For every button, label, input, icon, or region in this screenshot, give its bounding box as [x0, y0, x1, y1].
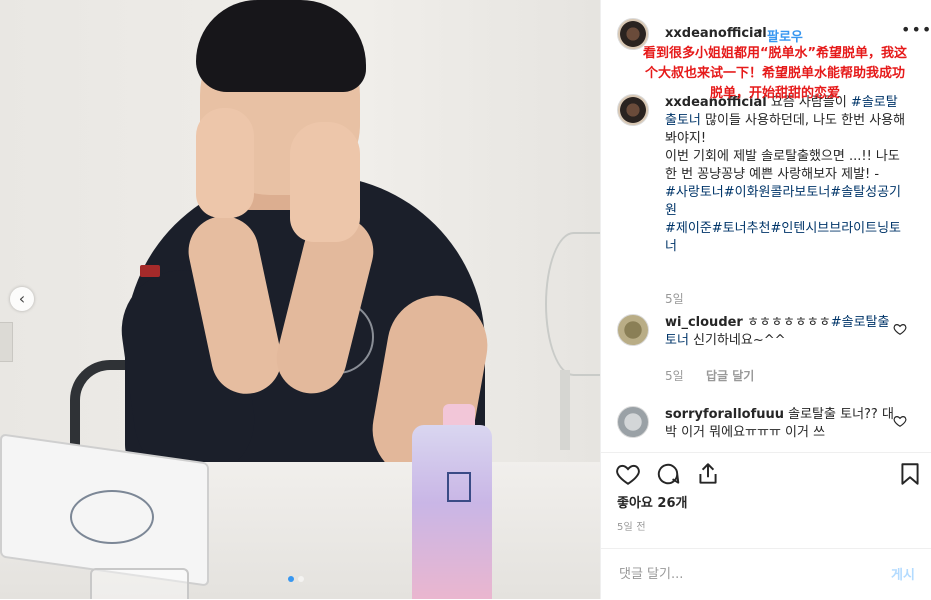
man-hair — [196, 0, 366, 92]
comment-text: ㅎㅎㅎㅎㅎㅎㅎ — [742, 315, 831, 330]
post-comment-button[interactable]: 게시 — [891, 564, 915, 583]
comment-bubble-icon[interactable] — [655, 461, 681, 487]
heart-icon[interactable] — [893, 322, 907, 336]
carousel-dot — [298, 576, 304, 582]
wall-outlet — [0, 322, 13, 362]
mirror-logo — [70, 490, 154, 544]
comment: wi_clouder ㅎㅎㅎㅎㅎㅎㅎ#솔로탈출토너 신기하네요~^^ — [665, 314, 901, 350]
follow-button[interactable]: 팔로우 — [767, 26, 803, 45]
chevron-left-icon: ‹ — [18, 289, 26, 308]
fan-pole — [560, 370, 570, 450]
header-separator: • — [756, 25, 764, 40]
comment-username[interactable]: wi_clouder — [665, 315, 743, 330]
man-right-hand — [290, 122, 360, 242]
comment: sorryforallofuuu 솔로탈출 토너?? 대박 이거 뭐에요ㅠㅠㅠ … — [665, 406, 901, 442]
caption-text: 이번 기회에 제발 솔로탈출했으면 ...!! 나도 한 번 꽁냥꽁냥 예쁜 사… — [665, 149, 900, 182]
post-panel: xxdeanofficial • 팔로우 ••• 看到很多小姐姐都用“脱单水”希… — [600, 0, 931, 599]
action-bar — [601, 455, 931, 495]
hashtag-link[interactable]: #제이준#토너추천#인텐시브브라이트닝토너 — [665, 221, 901, 254]
carousel-dots — [288, 576, 304, 582]
avatar[interactable] — [617, 406, 649, 438]
more-options-button[interactable]: ••• — [901, 20, 931, 39]
add-comment-box: 게시 — [601, 548, 931, 600]
bottle-logo — [447, 472, 471, 502]
post-caption: xxdeanofficial 요즘 사람들이 #솔로탈출토너 많이들 사용하던데… — [665, 94, 909, 256]
sleeve-logo — [140, 265, 160, 277]
avatar[interactable] — [617, 314, 649, 346]
toner-bottle — [412, 425, 492, 599]
carousel-dot — [288, 576, 294, 582]
bookmark-icon[interactable] — [897, 461, 923, 487]
post-photo[interactable]: ‹ — [0, 0, 600, 599]
likes-count[interactable]: 좋아요 26개 — [617, 492, 687, 511]
heart-icon[interactable] — [893, 414, 907, 428]
like-heart-icon[interactable] — [615, 461, 641, 487]
hashtag-link[interactable]: #사랑토너#이화원콜라보토너#솔탈성공기원 — [665, 185, 901, 218]
caption-time[interactable]: 5일 — [665, 290, 684, 307]
mirror-stand — [90, 568, 189, 599]
comment-time[interactable]: 5일 — [665, 367, 684, 384]
man-left-hand — [196, 108, 254, 218]
divider — [601, 452, 931, 453]
post-timestamp[interactable]: 5일 전 — [617, 518, 646, 533]
electric-fan — [545, 232, 600, 376]
comment-username[interactable]: sorryforallofuuu — [665, 407, 784, 422]
previous-photo-button[interactable]: ‹ — [10, 287, 34, 311]
reply-button[interactable]: 답글 달기 — [706, 367, 754, 384]
chinese-overlay-caption: 看到很多小姐姐都用“脱单水”希望脱单，我这个大叔也来试一下！希望脱单水能帮助我成… — [642, 46, 908, 101]
add-comment-input[interactable] — [617, 561, 871, 587]
comment-text: 신기하네요~^^ — [688, 333, 786, 348]
caption-text: 많이들 사용하던데, 나도 한번 사용해봐야지! — [665, 113, 906, 146]
header-username[interactable]: xxdeanofficial — [665, 26, 767, 41]
share-icon[interactable] — [695, 461, 721, 487]
